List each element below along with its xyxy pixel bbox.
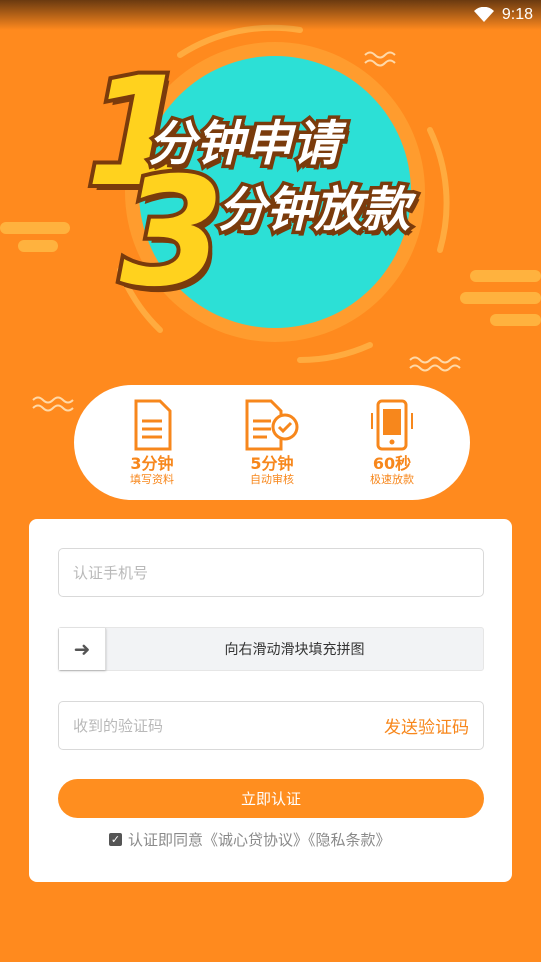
slider-hint: 向右滑动滑块填充拼图 xyxy=(224,642,365,658)
headline-number-3: 3 xyxy=(116,146,228,320)
step-subtitle: 填写资料 xyxy=(130,472,174,486)
wifi-icon xyxy=(473,7,494,22)
step-title: 60秒 xyxy=(372,453,412,473)
process-steps: 3分钟 填写资料 5分钟 自动审核 60秒 极速放款 xyxy=(74,385,470,500)
status-bar: 9:18 xyxy=(0,0,541,30)
headline: 1 分钟申请 3 分钟放款 xyxy=(78,54,498,320)
status-time: 9:18 xyxy=(501,6,533,23)
step-fill-info: 3分钟 填写资料 xyxy=(97,399,207,487)
verification-code-input[interactable] xyxy=(59,702,359,749)
step-auto-review: 5分钟 自动审核 xyxy=(217,399,327,487)
headline-loan-text: 分钟放款 xyxy=(214,182,413,238)
send-code-button[interactable]: 发送验证码 xyxy=(384,702,469,749)
review-icon xyxy=(245,399,299,450)
step-subtitle: 极速放款 xyxy=(370,472,414,486)
step-title: 3分钟 xyxy=(130,453,174,473)
step-fast-loan: 60秒 极速放款 xyxy=(337,399,447,487)
phone-input[interactable] xyxy=(59,549,483,596)
verify-now-button[interactable]: 立即认证 xyxy=(58,779,484,818)
agreement-text[interactable]: 认证即同意《诚心贷协议》《隐私条款》 xyxy=(128,829,391,850)
slider-captcha: ➜ 向右滑动滑块填充拼图 xyxy=(58,627,484,671)
agreement-row: ✓ 认证即同意《诚心贷协议》《隐私条款》 xyxy=(109,829,391,849)
phone-field xyxy=(58,548,484,597)
form-icon xyxy=(134,399,172,450)
verification-code-field: 发送验证码 xyxy=(58,701,484,750)
slider-handle[interactable]: ➜ xyxy=(59,628,106,670)
arrow-right-icon: ➜ xyxy=(73,637,91,661)
auth-form-card: ➜ 向右滑动滑块填充拼图 发送验证码 立即认证 ✓ 认证即同意《诚心贷协议》《隐… xyxy=(29,519,512,882)
phone-money-icon xyxy=(371,399,413,450)
agreement-checkbox[interactable]: ✓ xyxy=(109,832,122,846)
step-title: 5分钟 xyxy=(250,453,294,473)
step-subtitle: 自动审核 xyxy=(250,472,294,486)
